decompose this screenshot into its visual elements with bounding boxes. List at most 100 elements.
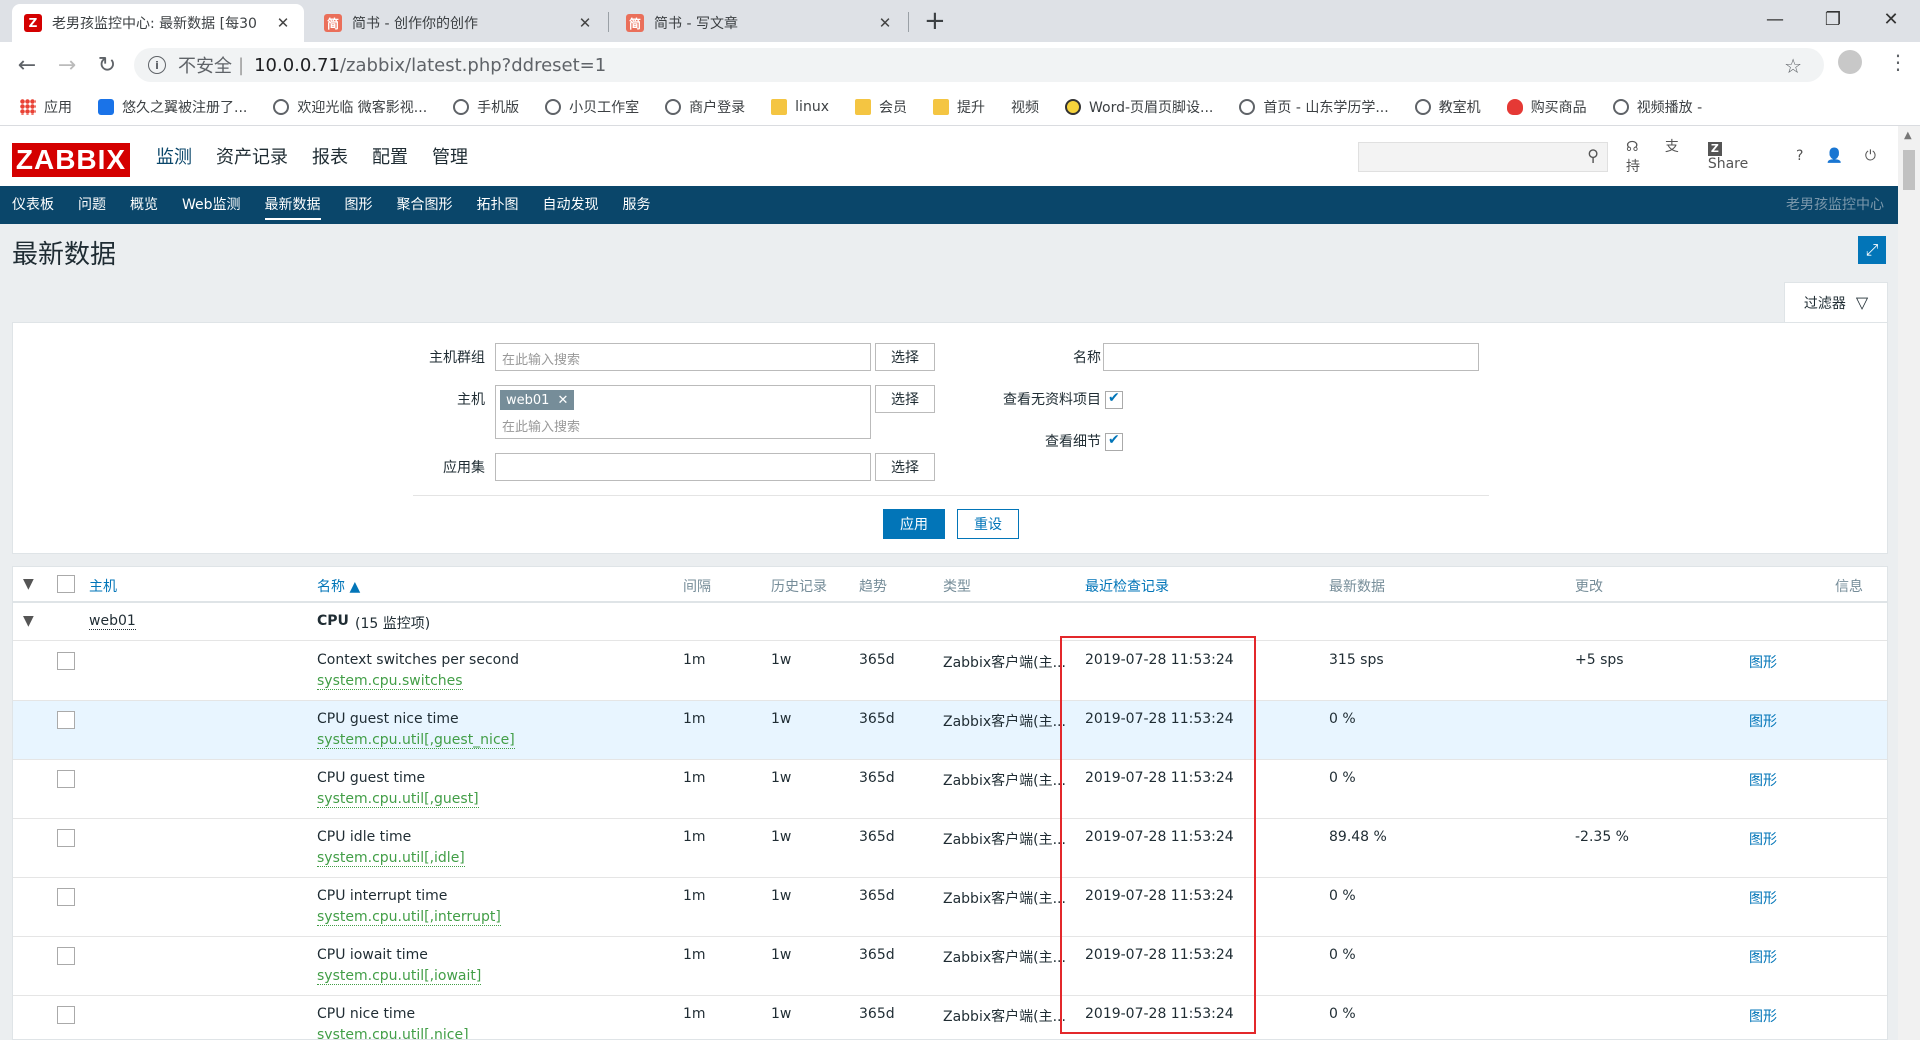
collapse-all-icon[interactable]: ▼ (23, 576, 34, 592)
maximize-icon[interactable]: ❐ (1804, 0, 1862, 38)
show-no-data-checkbox[interactable] (1105, 390, 1123, 409)
subnav-problems[interactable]: 问题 (78, 186, 106, 224)
bookmark-item[interactable]: 教室机 (1414, 97, 1481, 117)
host-chip[interactable]: web01 ✕ (500, 390, 575, 410)
bookmark-item[interactable]: 欢迎光临 微客影视... (273, 97, 427, 117)
help-icon[interactable]: ? (1796, 148, 1803, 164)
host-multiselect[interactable]: web01 ✕ 在此输入搜索 (495, 385, 871, 439)
menu-monitoring[interactable]: 监测 (156, 143, 192, 169)
item-key-link[interactable]: system.cpu.util[,interrupt] (317, 910, 501, 926)
share-link[interactable]: ZShare (1707, 140, 1774, 172)
host-group-input[interactable]: 在此输入搜索 (495, 343, 871, 371)
item-key-link[interactable]: system.cpu.util[,nice] (317, 1028, 469, 1040)
subnav-graphs[interactable]: 图形 (345, 186, 373, 224)
browser-menu-icon[interactable]: ⋮ (1888, 50, 1908, 74)
page-scrollbar[interactable]: ▲ (1898, 126, 1920, 1040)
subnav-screens[interactable]: 聚合图形 (397, 186, 453, 224)
user-profile-icon[interactable]: 👤 (1825, 148, 1842, 164)
bookmark-star-icon[interactable]: ☆ (1784, 54, 1802, 78)
name-input[interactable] (1103, 343, 1479, 371)
logout-icon[interactable]: ⏻ (1865, 148, 1876, 164)
close-icon[interactable]: ✕ (876, 14, 894, 32)
fullscreen-icon[interactable]: ⤢ (1858, 236, 1886, 264)
item-key-link[interactable]: system.cpu.switches (317, 674, 463, 690)
application-input[interactable] (495, 453, 871, 481)
bookmark-item[interactable]: Word-页眉页脚设... (1064, 97, 1213, 117)
row-checkbox[interactable] (57, 652, 75, 670)
header-host[interactable]: 主机 (89, 576, 117, 596)
bookmark-item[interactable]: 手机版 (453, 97, 519, 117)
close-icon[interactable]: ✕ (274, 14, 292, 32)
bookmark-item[interactable]: 小贝工作室 (545, 97, 639, 117)
bookmark-item[interactable]: 应用 (20, 97, 72, 117)
collapse-group-icon[interactable]: ▼ (23, 613, 34, 629)
menu-configuration[interactable]: 配置 (372, 143, 408, 169)
row-checkbox[interactable] (57, 770, 75, 788)
minimize-icon[interactable]: — (1746, 0, 1804, 38)
bookmark-item[interactable]: 视频 (1011, 97, 1039, 117)
select-all-checkbox[interactable] (57, 575, 75, 593)
forward-icon[interactable]: → (52, 50, 82, 80)
scrollbar-thumb[interactable] (1903, 150, 1915, 190)
item-key-link[interactable]: system.cpu.util[,guest] (317, 792, 479, 808)
reset-button[interactable]: 重设 (957, 509, 1019, 539)
graph-link[interactable]: 图形 (1749, 711, 1777, 731)
host-group-select-button[interactable]: 选择 (875, 343, 935, 371)
new-tab-button[interactable]: + (924, 8, 946, 34)
header-name[interactable]: 名称 ▲ (317, 576, 360, 596)
bookmark-item[interactable]: 视频播放 - (1612, 97, 1702, 117)
bookmark-folder[interactable]: 会员 (854, 97, 907, 117)
graph-link[interactable]: 图形 (1749, 1006, 1777, 1026)
global-search-input[interactable]: ⚲ (1358, 142, 1608, 172)
item-key-link[interactable]: system.cpu.util[,idle] (317, 851, 465, 867)
row-checkbox[interactable] (57, 1006, 75, 1024)
menu-administration[interactable]: 管理 (432, 143, 468, 169)
filter-tab[interactable]: 过滤器 ▽ (1784, 282, 1888, 322)
search-icon[interactable]: ⚲ (1587, 146, 1599, 165)
subnav-maps[interactable]: 拓扑图 (477, 186, 519, 224)
graph-link[interactable]: 图形 (1749, 888, 1777, 908)
url-text[interactable]: 10.0.0.71/zabbix/latest.php?ddreset=1 (254, 55, 606, 76)
profile-avatar-icon[interactable] (1838, 50, 1862, 74)
item-key-link[interactable]: system.cpu.util[,iowait] (317, 969, 482, 985)
row-checkbox[interactable] (57, 888, 75, 906)
item-key-link[interactable]: system.cpu.util[,guest_nice] (317, 733, 515, 749)
subnav-latest-data[interactable]: 最新数据 (264, 186, 321, 224)
reload-icon[interactable]: ↻ (92, 50, 122, 80)
subnav-discovery[interactable]: 自动发现 (543, 186, 599, 224)
subnav-web[interactable]: Web监测 (182, 186, 241, 224)
header-last-check[interactable]: 最近检查记录 (1085, 576, 1169, 596)
graph-link[interactable]: 图形 (1749, 947, 1777, 967)
info-icon[interactable]: i (148, 56, 166, 74)
show-details-checkbox[interactable] (1105, 432, 1123, 451)
row-checkbox[interactable] (57, 829, 75, 847)
apply-button[interactable]: 应用 (883, 509, 945, 539)
graph-link[interactable]: 图形 (1749, 652, 1777, 672)
browser-tab-zabbix[interactable]: Z 老男孩监控中心: 最新数据 [每30 ✕ (12, 4, 304, 42)
close-icon[interactable]: ✕ (576, 14, 594, 32)
subnav-dashboard[interactable]: 仪表板 (12, 186, 54, 224)
window-close-icon[interactable]: ✕ (1862, 0, 1920, 38)
row-checkbox[interactable] (57, 947, 75, 965)
bookmark-item[interactable]: 商户登录 (665, 97, 745, 117)
graph-link[interactable]: 图形 (1749, 829, 1777, 849)
support-link[interactable]: ☊ 支持 (1626, 136, 1686, 176)
scroll-up-icon[interactable]: ▲ (1904, 130, 1912, 141)
bookmark-folder[interactable]: 提升 (932, 97, 985, 117)
application-select-button[interactable]: 选择 (875, 453, 935, 481)
bookmark-folder[interactable]: linux (771, 98, 829, 115)
zabbix-logo[interactable]: ZABBIX (12, 143, 130, 177)
host-search-placeholder[interactable]: 在此输入搜索 (502, 416, 580, 435)
graph-link[interactable]: 图形 (1749, 770, 1777, 790)
bookmark-item[interactable]: 首页 - 山东学历学... (1239, 97, 1389, 117)
group-host-link[interactable]: web01 (89, 613, 136, 630)
menu-reports[interactable]: 报表 (312, 143, 348, 169)
back-icon[interactable]: ← (12, 50, 42, 80)
bookmark-item[interactable]: 悠久之翼被注册了... (98, 97, 247, 117)
subnav-services[interactable]: 服务 (623, 186, 651, 224)
browser-tab-jianshu-write[interactable]: 简 简书 - 写文章 ✕ (614, 4, 906, 42)
subnav-overview[interactable]: 概览 (130, 186, 158, 224)
remove-chip-icon[interactable]: ✕ (557, 393, 568, 408)
bookmark-item[interactable]: 购买商品 (1506, 97, 1587, 117)
host-select-button[interactable]: 选择 (875, 385, 935, 413)
